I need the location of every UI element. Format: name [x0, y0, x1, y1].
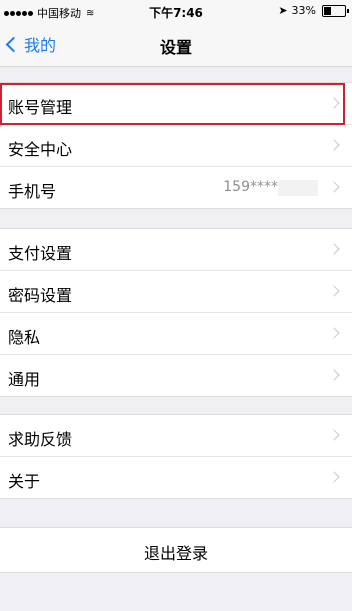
settings-item-general[interactable]: 通用 [0, 355, 352, 396]
phone-number-value: 159**** [223, 179, 278, 195]
settings-item-privacy[interactable]: 隐私 [0, 313, 352, 355]
phone-number-mask [278, 180, 318, 196]
chevron-right-icon [328, 327, 340, 339]
chevron-right-icon [328, 243, 340, 255]
chevron-right-icon [328, 181, 340, 193]
logout-button[interactable]: 退出登录 [0, 527, 352, 573]
settings-item-label: 安全中心 [8, 140, 73, 159]
settings-group-preferences: 支付设置 密码设置 隐私 通用 [0, 228, 352, 397]
chevron-right-icon [328, 471, 340, 483]
settings-item-label: 通用 [8, 370, 41, 389]
settings-item-label: 求助反馈 [8, 430, 73, 449]
logout-label: 退出登录 [143, 544, 208, 563]
settings-item-label: 隐私 [8, 328, 41, 347]
battery-percent: 33% [291, 4, 316, 17]
location-icon: ➤ [278, 4, 288, 17]
settings-item-password-settings[interactable]: 密码设置 [0, 271, 352, 313]
highlight-box [0, 83, 345, 125]
battery-icon [322, 4, 349, 17]
settings-item-payment-settings[interactable]: 支付设置 [0, 229, 352, 271]
chevron-right-icon [328, 285, 340, 297]
navigation-bar: 我的 设置 [0, 22, 352, 67]
chevron-right-icon [328, 369, 340, 381]
settings-item-about[interactable]: 关于 [0, 457, 352, 498]
settings-item-help-feedback[interactable]: 求助反馈 [0, 415, 352, 457]
settings-item-phone-number[interactable]: 手机号 159**** [0, 167, 352, 208]
page-title: 设置 [159, 38, 192, 57]
settings-item-security-center[interactable]: 安全中心 [0, 125, 352, 167]
settings-item-label: 密码设置 [8, 286, 73, 305]
status-bar: 中国移动 ≋ 下午7:46 ➤ 33% [0, 0, 352, 22]
status-right: ➤ 33% [278, 4, 349, 17]
chevron-right-icon [328, 139, 340, 151]
settings-group-support: 求助反馈 关于 [0, 414, 352, 499]
chevron-right-icon [328, 429, 340, 441]
settings-item-label: 关于 [8, 472, 41, 491]
settings-item-label: 手机号 [8, 182, 57, 201]
settings-item-label: 支付设置 [8, 244, 73, 263]
battery-fill [324, 6, 331, 15]
battery-cap [347, 8, 349, 13]
